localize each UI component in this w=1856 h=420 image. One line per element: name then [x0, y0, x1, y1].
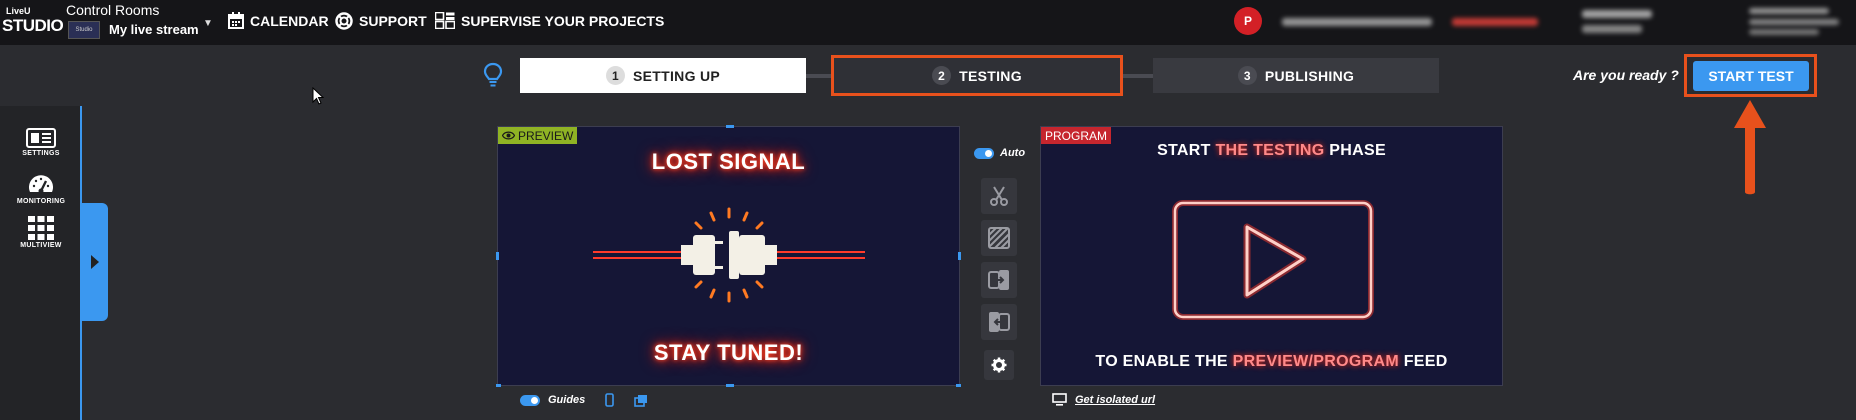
overlay-layers-icon[interactable]	[634, 394, 648, 407]
nav-supervise-label: SUPERVISE YOUR PROJECTS	[461, 12, 665, 29]
user-avatar[interactable]: P	[1234, 7, 1262, 35]
program-headline-pre: START	[1157, 142, 1216, 159]
sidebar-item-label: SETTINGS	[22, 150, 60, 157]
blurred-region-info[interactable]	[1452, 18, 1538, 26]
preview-monitor[interactable]: PREVIEW LOST SIGNAL STAY TUNED!	[497, 126, 960, 386]
resize-handle[interactable]	[726, 125, 734, 128]
program-subline-post: FEED	[1398, 353, 1448, 370]
nav-calendar[interactable]: CALENDAR	[228, 12, 329, 29]
transition-button[interactable]	[981, 220, 1017, 256]
step-testing-highlight	[831, 55, 1123, 96]
dashboard-icon	[435, 12, 455, 29]
program-headline-post: PHASE	[1324, 142, 1386, 159]
auto-toggle-row: Auto	[974, 147, 1025, 159]
sidebar-expand-tab[interactable]	[80, 203, 108, 321]
sidebar-item-settings[interactable]: SETTINGS	[10, 128, 72, 157]
app-root: LiveU STUDIO Control Rooms Studio My liv…	[0, 0, 1856, 420]
sidebar-item-multiview[interactable]: MULTIVIEW	[10, 216, 72, 249]
resize-handle[interactable]	[496, 384, 501, 387]
stream-thumbnail: Studio	[68, 21, 100, 39]
transition-out-button[interactable]	[981, 304, 1017, 340]
enter-panel-icon	[988, 270, 1009, 290]
liveu-studio-logo[interactable]: LiveU STUDIO	[2, 6, 64, 38]
gear-icon	[991, 357, 1007, 373]
hatch-pattern-icon	[988, 227, 1010, 249]
sidebar-item-label: MULTIVIEW	[20, 242, 62, 249]
resize-handle[interactable]	[726, 384, 734, 387]
gauge-icon	[29, 175, 53, 194]
top-nav-bar: LiveU STUDIO Control Rooms Studio My liv…	[0, 0, 1856, 45]
step-number: 1	[605, 66, 625, 85]
guides-label: Guides	[548, 394, 586, 406]
step-number: 3	[1237, 66, 1257, 85]
program-headline: START THE TESTING PHASE	[1041, 142, 1502, 160]
program-footer: Get isolated url	[1052, 393, 1155, 406]
program-subline-pre: TO ENABLE THE	[1095, 353, 1233, 370]
program-monitor[interactable]: PROGRAM START THE TESTING PHASE TO ENABL…	[1040, 126, 1503, 386]
monitor-icon	[1052, 393, 1067, 406]
scissors-icon	[990, 186, 1008, 206]
program-subline: TO ENABLE THE PREVIEW/PROGRAM FEED	[1041, 353, 1502, 371]
switcher-settings-button[interactable]	[984, 350, 1014, 380]
logo-line1: LiveU	[6, 6, 31, 16]
nav-support[interactable]: SUPPORT	[335, 12, 427, 30]
sidebar-item-monitoring[interactable]: MONITORING	[10, 172, 72, 205]
lifebuoy-icon	[335, 12, 353, 30]
auto-toggle[interactable]	[974, 147, 994, 159]
stay-tuned-text: STAY TUNED!	[653, 340, 804, 365]
program-headline-highlight: THE TESTING	[1215, 142, 1325, 159]
unplugged-cable-icon	[593, 207, 865, 303]
step-label: SETTING UP	[632, 67, 720, 84]
blurred-version-info-2	[1749, 19, 1839, 25]
step-setting-up[interactable]: 1 SETTING UP	[520, 58, 806, 93]
transition-in-button[interactable]	[981, 262, 1017, 298]
grid-icon	[28, 216, 54, 240]
resize-handle[interactable]	[956, 384, 961, 387]
auto-label: Auto	[1000, 147, 1026, 159]
nav-calendar-label: CALENDAR	[250, 12, 329, 29]
mobile-device-icon[interactable]	[605, 393, 615, 407]
control-rooms-label: Control Rooms	[66, 2, 160, 18]
logo-line2: STUDIO	[2, 16, 64, 35]
program-subline-highlight: PREVIEW/PROGRAM	[1232, 353, 1399, 370]
get-isolated-url-link[interactable]: Get isolated url	[1075, 394, 1155, 406]
sidebar-item-label: MONITORING	[16, 198, 66, 205]
nav-supervise-projects[interactable]: SUPERVISE YOUR PROJECTS	[435, 12, 664, 29]
lost-signal-text: LOST SIGNAL	[651, 149, 806, 174]
step-label: PUBLISHING	[1264, 67, 1355, 84]
blurred-version-info	[1749, 8, 1829, 14]
guides-toggle[interactable]	[520, 394, 540, 406]
exit-panel-icon	[989, 312, 1010, 332]
mouse-cursor-icon	[312, 87, 324, 105]
chevron-right-icon	[90, 255, 99, 269]
preview-footer: Guides	[520, 393, 648, 407]
settings-panel-icon	[26, 128, 56, 148]
nav-support-label: SUPPORT	[359, 13, 427, 29]
blurred-version-info-3	[1749, 29, 1819, 35]
step-publishing[interactable]: 3 PUBLISHING	[1153, 58, 1439, 93]
up-arrow-annotation	[1734, 100, 1766, 195]
blurred-account-info[interactable]	[1282, 18, 1432, 26]
step-connector-2	[1120, 74, 1153, 78]
calendar-icon	[228, 12, 244, 29]
preview-tag: PREVIEW	[498, 127, 578, 144]
step-connector-1	[806, 74, 834, 78]
lightbulb-icon[interactable]	[483, 62, 503, 88]
eye-icon	[502, 131, 515, 140]
start-test-button[interactable]: START TEST	[1693, 61, 1809, 91]
blurred-user-info[interactable]	[1582, 10, 1652, 18]
cut-button[interactable]	[981, 178, 1017, 214]
stream-name[interactable]: My live stream	[109, 22, 199, 37]
resize-handle[interactable]	[958, 252, 961, 260]
ready-prompt: Are you ready ?	[1573, 67, 1679, 83]
play-icon	[1172, 200, 1374, 320]
resize-handle[interactable]	[496, 252, 499, 260]
switcher-controls: Auto	[974, 126, 1026, 386]
chevron-down-icon[interactable]: ▼	[203, 18, 213, 29]
preview-tag-label: PREVIEW	[518, 128, 574, 143]
blurred-user-info-2	[1582, 25, 1642, 33]
